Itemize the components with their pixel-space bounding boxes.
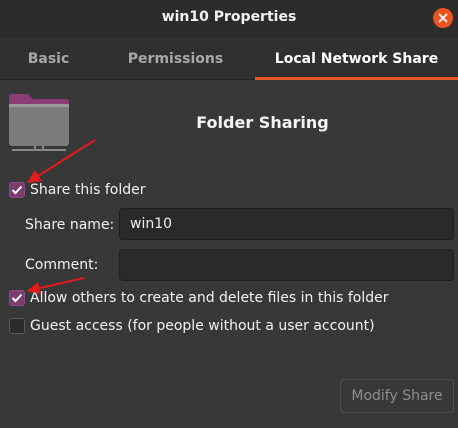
tab-bar: Basic Permissions Local Network Share <box>0 36 458 80</box>
tab-permissions[interactable]: Permissions <box>97 37 254 80</box>
share-folder-label[interactable]: Share this folder <box>30 182 146 198</box>
share-name-label: Share name: <box>25 217 115 233</box>
guest-access-label[interactable]: Guest access (for people without a user … <box>30 318 375 334</box>
tab-local-network-share[interactable]: Local Network Share <box>255 37 458 80</box>
close-icon <box>438 13 448 23</box>
folder-share-icon <box>9 94 69 151</box>
modify-share-button[interactable]: Modify Share <box>340 379 454 413</box>
close-button[interactable] <box>433 8 453 28</box>
share-name-input[interactable]: win10 <box>119 208 454 240</box>
folder-sharing-heading: Folder Sharing <box>196 113 329 132</box>
allow-others-checkbox[interactable] <box>9 290 25 306</box>
comment-input[interactable] <box>119 249 454 281</box>
allow-others-label[interactable]: Allow others to create and delete files … <box>30 290 389 306</box>
title-bar: win10 Properties <box>0 0 458 36</box>
check-icon <box>11 185 23 195</box>
check-icon <box>11 293 23 303</box>
share-folder-checkbox[interactable] <box>9 182 25 198</box>
comment-label: Comment: <box>25 257 99 273</box>
tab-basic[interactable]: Basic <box>0 37 97 80</box>
guest-access-checkbox[interactable] <box>9 318 25 334</box>
window-title: win10 Properties <box>161 9 297 25</box>
